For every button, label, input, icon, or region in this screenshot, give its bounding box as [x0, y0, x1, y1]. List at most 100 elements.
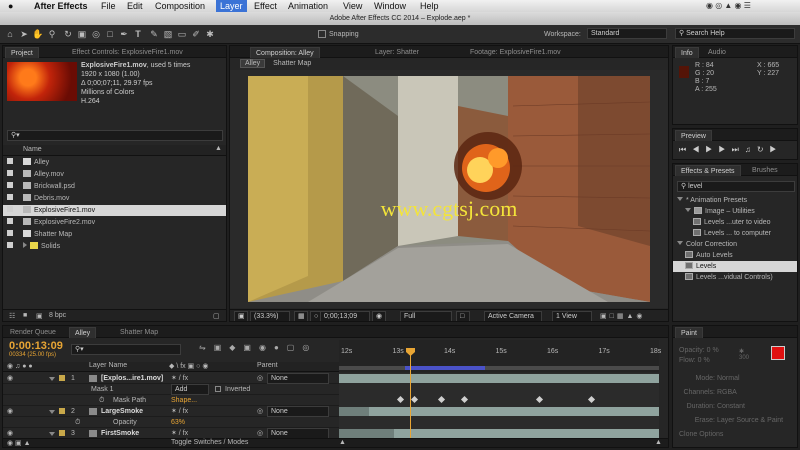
tab-composition-alley[interactable]: Composition: Alley: [250, 47, 320, 58]
column-name[interactable]: Name: [23, 146, 42, 153]
snapping-checkbox[interactable]: [318, 30, 326, 38]
column-layer-name[interactable]: Layer Name: [89, 362, 127, 369]
breadcrumb-shatter-map[interactable]: Shatter Map: [267, 60, 317, 67]
tab-brushes[interactable]: Brushes: [747, 165, 783, 176]
layer-switches[interactable]: ✶ / fx: [171, 406, 188, 417]
visibility-icon[interactable]: ◉: [7, 406, 13, 417]
layer-name[interactable]: Opacity: [113, 417, 137, 428]
selection-tool-icon[interactable]: ➤: [18, 28, 30, 40]
menu-app[interactable]: After Effects: [34, 0, 88, 12]
roto-brush-tool-icon[interactable]: ✐: [190, 28, 202, 40]
layer-switches[interactable]: ✶ / fx: [171, 373, 188, 384]
tab-alley-timeline[interactable]: Alley: [69, 327, 97, 338]
loop-icon[interactable]: ↻: [757, 145, 770, 154]
layer-row[interactable]: ◉ 1 [Explos...ire1.mov] ✶ / fx ◎ None: [3, 373, 339, 384]
effects-tree-item[interactable]: Levels ... to computer: [673, 228, 797, 239]
project-item[interactable]: Alley.mov: [3, 169, 226, 180]
zoom-select[interactable]: (33.3%): [250, 311, 290, 321]
time-ruler[interactable]: 12s 13s 14s 15s 16s 17s 18s: [339, 340, 661, 372]
property-value[interactable]: Shape...: [171, 395, 197, 406]
menu-file[interactable]: File: [101, 0, 116, 12]
always-preview-icon[interactable]: ▣: [234, 311, 248, 321]
property-row[interactable]: Mask 1 Add Inverted: [3, 384, 339, 395]
puppet-tool-icon[interactable]: ✱: [204, 28, 216, 40]
mask-mode-select[interactable]: Add: [171, 384, 209, 395]
property-value[interactable]: 63%: [171, 417, 185, 428]
layer-label-color[interactable]: [59, 430, 65, 436]
toggle-switches-modes[interactable]: Toggle Switches / Modes: [171, 439, 248, 446]
erase-select[interactable]: Layer Source & Paint: [717, 417, 783, 424]
zoom-in-icon[interactable]: ▲: [655, 439, 662, 446]
pan-behind-tool-icon[interactable]: ◎: [90, 28, 102, 40]
timeline-search-input[interactable]: ⚲▾: [71, 344, 181, 355]
pen-tool-icon[interactable]: ✒: [118, 28, 130, 40]
project-item[interactable]: Shatter Map: [3, 229, 226, 240]
tab-layer-shatter[interactable]: Layer: Shatter: [370, 47, 424, 58]
type-tool-icon[interactable]: T: [132, 28, 144, 40]
layer-row[interactable]: ◉ 2 LargeSmoke ✶ / fx ◎ None: [3, 406, 339, 417]
breadcrumb-alley[interactable]: Alley: [240, 59, 266, 68]
rotate-tool-icon[interactable]: ↻: [62, 28, 74, 40]
menu-view[interactable]: View: [343, 0, 362, 12]
project-item[interactable]: ExplosiveFire1.mov: [3, 205, 226, 216]
pickwhip-icon[interactable]: ◎: [257, 406, 263, 417]
keyframe[interactable]: [587, 395, 596, 404]
track-area[interactable]: [339, 373, 659, 439]
tab-render-queue[interactable]: Render Queue: [5, 327, 61, 338]
effects-tree-item[interactable]: Image – Utilities: [673, 206, 797, 217]
menu-composition[interactable]: Composition: [155, 0, 205, 12]
effects-tree-item[interactable]: Levels ...uter to video: [673, 217, 797, 228]
effects-tree-item[interactable]: Levels ...vidual Controls): [673, 272, 797, 283]
keyframe[interactable]: [437, 395, 446, 404]
grid-icon[interactable]: ▦: [294, 311, 308, 321]
tab-effects-presets[interactable]: Effects & Presets: [675, 165, 741, 176]
project-item[interactable]: Debris.mov: [3, 193, 226, 204]
pickwhip-icon[interactable]: ◎: [257, 373, 263, 384]
brush-tool-icon[interactable]: ✎: [148, 28, 160, 40]
expand-arrow-icon[interactable]: [49, 410, 55, 414]
zoom-out-icon[interactable]: ▲: [339, 439, 346, 446]
viewer-area[interactable]: www.cgtsj.com: [230, 70, 668, 308]
interpret-footage-icon[interactable]: ☷: [9, 312, 15, 320]
project-item[interactable]: Brickwall.psd: [3, 181, 226, 192]
tab-audio[interactable]: Audio: [703, 47, 731, 58]
comp-frame[interactable]: www.cgtsj.com: [248, 76, 650, 302]
menu-window[interactable]: Window: [374, 0, 406, 12]
sort-icon[interactable]: ▲: [215, 145, 222, 152]
property-row[interactable]: Opacity ⏱ 63%: [3, 417, 339, 428]
menu-effect[interactable]: Effect: [254, 0, 277, 12]
next-frame-icon[interactable]: ▶: [718, 145, 731, 154]
column-parent[interactable]: Parent: [257, 362, 278, 369]
track-bar-large-smoke[interactable]: [339, 407, 659, 416]
paint-flow[interactable]: Flow: 0 %: [679, 356, 719, 366]
parent-select[interactable]: None: [267, 373, 329, 384]
expand-arrow-icon[interactable]: [685, 208, 691, 212]
current-time-field[interactable]: 0;00;13;09: [320, 311, 370, 321]
rectangle-tool-icon[interactable]: □: [104, 28, 116, 40]
work-area-bar[interactable]: [339, 366, 659, 370]
tab-paint[interactable]: Paint: [675, 327, 703, 338]
layer-label-color[interactable]: [59, 375, 65, 381]
region-of-interest-icon[interactable]: □: [456, 311, 470, 321]
snapshot-icon[interactable]: ◉: [372, 311, 386, 321]
keyframe[interactable]: [535, 395, 544, 404]
clone-options[interactable]: Clone Options: [679, 428, 783, 442]
menu-layer[interactable]: Layer: [216, 0, 247, 12]
project-search-input[interactable]: ⚲▾: [7, 130, 223, 141]
trash-icon[interactable]: ▢: [213, 312, 220, 320]
stopwatch-icon[interactable]: ⏱: [99, 395, 104, 406]
tab-project[interactable]: Project: [5, 47, 39, 58]
timeline-timecode[interactable]: 0:00:13:09: [9, 340, 63, 352]
apple-icon[interactable]: ●: [8, 0, 13, 12]
effects-tree-item[interactable]: Color Correction: [673, 239, 797, 250]
bpc-label[interactable]: 8 bpc: [49, 312, 66, 319]
camera-tool-icon[interactable]: ▣: [76, 28, 88, 40]
keyframe[interactable]: [410, 395, 419, 404]
last-frame-icon[interactable]: ⏭: [732, 145, 745, 154]
new-folder-icon[interactable]: ■: [23, 312, 27, 319]
layer-name[interactable]: Mask Path: [113, 395, 146, 406]
brush-tip-icon[interactable]: ✱ 300: [739, 348, 749, 361]
track-bar-explosive-fire[interactable]: [339, 374, 659, 383]
hand-tool-icon[interactable]: ✋: [32, 28, 44, 40]
paint-opacity[interactable]: Opacity: 0 %: [679, 346, 719, 356]
